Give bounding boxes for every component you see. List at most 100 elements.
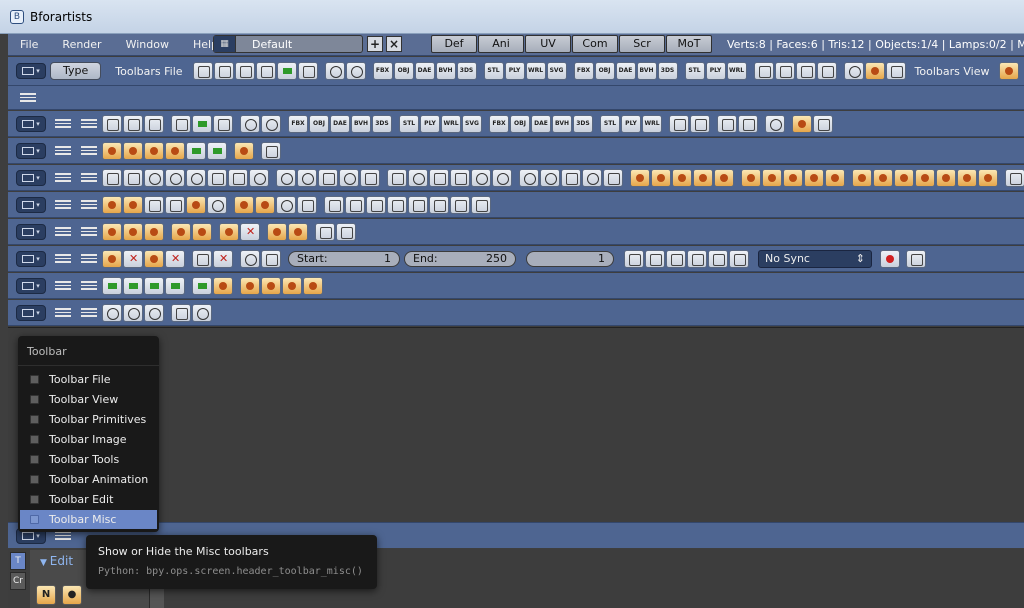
text-object-icon[interactable] [741,168,761,187]
recent-icon[interactable] [234,62,255,80]
dae-import-icon[interactable]: DAE [330,114,350,133]
tab-create[interactable]: Cr [10,572,26,590]
speaker-object-icon[interactable] [825,168,845,187]
lamp-hemi-icon[interactable] [693,168,713,187]
editor-type-button[interactable]: ▾ [16,169,46,186]
unparent-icon[interactable] [192,222,212,241]
edit-bevel-icon[interactable] [282,276,302,295]
menu-item-toolbar-view[interactable]: Toolbar View [20,390,157,409]
shapes-icon[interactable]: ● [62,585,82,605]
stl-export-icon[interactable]: STL [684,62,705,80]
force-harmonic-icon[interactable] [936,168,956,187]
ply-import-icon[interactable]: PLY [420,114,440,133]
append-icon[interactable] [345,62,366,80]
edit-face-icon[interactable] [144,276,164,295]
tab-ani[interactable]: Ani [478,35,524,53]
lamp-sun-icon[interactable] [630,168,650,187]
fbx-import-icon[interactable]: FBX [372,62,393,80]
force-field-icon[interactable] [852,168,872,187]
editor-type-button[interactable]: ▾ [16,142,46,159]
editor-type-button[interactable]: ▾ [16,277,46,294]
menu-hamburger-icon[interactable] [20,91,36,105]
menu-hamburger-icon[interactable] [55,252,71,266]
play-icon[interactable] [813,114,833,133]
image-plane-icon[interactable] [102,195,122,214]
ply-import-icon[interactable]: PLY [504,62,525,80]
render-animation-icon[interactable] [774,62,795,80]
curve-bezier-icon[interactable] [276,168,296,187]
menu-hamburger-icon[interactable] [55,279,71,293]
menu-item-toolbar-edit[interactable]: Toolbar Edit [20,490,157,509]
clear-hook-icon[interactable] [240,222,260,241]
next-keyframe-icon[interactable] [708,249,728,268]
svg-import-icon[interactable]: SVG [546,62,567,80]
misc-frame-icon[interactable] [171,303,191,322]
meta-cube-icon[interactable] [603,168,623,187]
render-view-icon[interactable] [795,62,816,80]
clear-keyframe-icon[interactable] [165,249,185,268]
n-panel-icon[interactable]: N [36,585,56,605]
menu-hamburger-icon[interactable] [55,117,71,131]
play-forward-icon[interactable] [687,249,707,268]
menu-hamburger-icon[interactable] [55,306,71,320]
mirror-icon[interactable] [288,222,308,241]
surface-cylinder-icon[interactable] [450,168,470,187]
fbx-export-icon[interactable]: FBX [489,114,509,133]
screen-layout-select[interactable]: ▦ Default [213,35,363,53]
timer-icon[interactable] [240,249,260,268]
surface-sphere-icon[interactable] [471,168,491,187]
lattice-icon[interactable] [783,168,803,187]
align-bottom-icon[interactable] [471,195,491,214]
align-spread-icon[interactable] [450,195,470,214]
edit-proportional-icon[interactable] [192,276,212,295]
editor-type-button[interactable]: ▾ [16,115,46,132]
prev-keyframe-icon[interactable] [645,249,665,268]
wrl-import-icon[interactable]: WRL [525,62,546,80]
render-animation-icon[interactable] [690,114,710,133]
image-hexagon-icon[interactable] [186,195,206,214]
surface-circle-icon[interactable] [408,168,428,187]
obj-export-icon[interactable]: OBJ [510,114,530,133]
tab-mot[interactable]: MoT [666,35,712,53]
image-grid-icon[interactable] [234,195,254,214]
wrl-import-icon[interactable]: WRL [441,114,461,133]
curve-nurbs-icon[interactable] [318,168,338,187]
image-sample-icon[interactable] [276,195,296,214]
menu-item-toolbar-animation[interactable]: Toolbar Animation [20,470,157,489]
3ds-export-icon[interactable]: 3DS [657,62,678,80]
editor-type-button[interactable]: ▾ [16,223,46,240]
insert-keyframe-icon[interactable] [102,249,122,268]
delete-layout-button[interactable]: × [386,36,402,52]
snap-icon[interactable] [267,222,287,241]
editor-type-button[interactable]: ▾ [16,63,46,79]
play-rendered-icon[interactable] [816,62,837,80]
edit-panel-header[interactable]: Edit [40,554,73,568]
view-screenshot-icon[interactable] [261,141,281,160]
image-cube-icon[interactable] [165,195,185,214]
align-distribute-icon[interactable] [366,195,386,214]
current-frame-field[interactable]: 1 [526,250,614,267]
align-top-icon[interactable] [429,195,449,214]
menu-item-toolbar-tools[interactable]: Toolbar Tools [20,450,157,469]
lamp-area-icon[interactable] [714,168,734,187]
menu-item-toolbar-file[interactable]: Toolbar File [20,370,157,389]
view-top-icon[interactable] [123,141,143,160]
tab-tools[interactable]: T [10,552,26,570]
menu-hamburger-icon[interactable] [55,225,71,239]
stl-import-icon[interactable]: STL [399,114,419,133]
menu-hamburger-icon[interactable] [55,144,71,158]
menu-hamburger-icon[interactable] [81,144,97,158]
view-image-icon[interactable] [234,141,254,160]
meta-ellipsoid-icon[interactable] [582,168,602,187]
delete-keyframe-icon[interactable] [123,249,143,268]
view-home-icon[interactable] [102,141,122,160]
clear-motion-path-icon[interactable] [213,249,233,268]
open-folder-icon[interactable] [123,114,143,133]
view-camera-icon[interactable] [186,141,206,160]
menu-hamburger-icon[interactable] [81,117,97,131]
edit-mirror-icon[interactable] [213,276,233,295]
empty-icon[interactable] [804,168,824,187]
append-icon[interactable] [261,114,281,133]
bvh-export-icon[interactable]: BVH [552,114,572,133]
force-charge-icon[interactable] [957,168,977,187]
